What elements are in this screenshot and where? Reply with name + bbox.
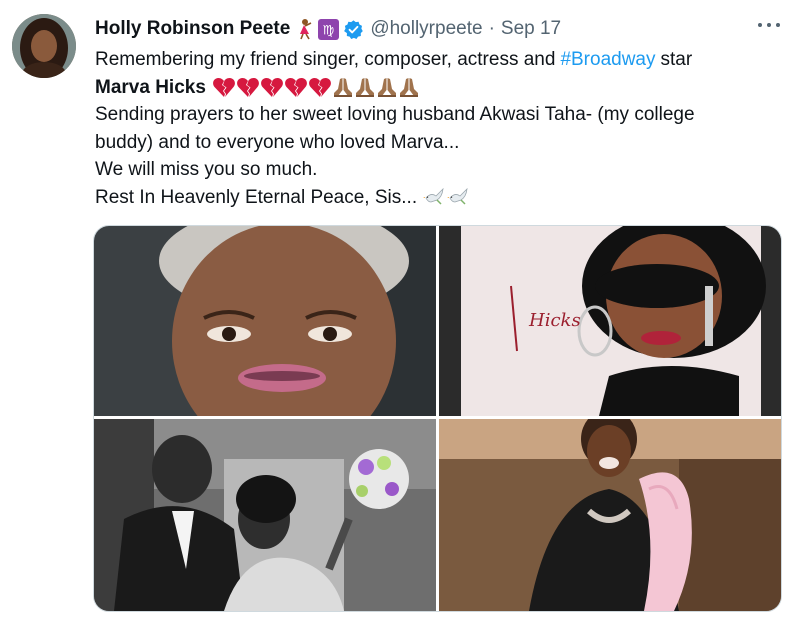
author-handle[interactable]: @hollyrpeete: [370, 18, 482, 40]
media-grid: Hicks: [93, 225, 782, 612]
broken-heart-emoji: [212, 76, 236, 98]
dove-emoji: [423, 186, 447, 208]
bold-name: Marva Hicks: [95, 76, 206, 98]
tweet-line-6: Rest In Heavenly Eternal Peace, Sis...: [95, 184, 785, 212]
praying-hands-emoji: [398, 76, 420, 98]
tweet-header: Holly Robinson Peete ♍ @hollyrpeete · Se…: [95, 16, 561, 42]
photo-marva-smiling[interactable]: [439, 419, 781, 611]
tweet-text: Rest In Heavenly Eternal Peace, Sis...: [95, 186, 418, 208]
broken-heart-emoji: [308, 76, 332, 98]
emoji-row: [212, 76, 420, 98]
tweet-body: Remembering my friend singer, composer, …: [95, 46, 785, 211]
tweet-line-5: We will miss you so much.: [95, 159, 318, 180]
broken-heart-emoji: [260, 76, 284, 98]
hashtag-link[interactable]: #Broadway: [560, 46, 655, 74]
praying-hands-emoji: [354, 76, 376, 98]
tweet-text: Remembering my friend singer, composer, …: [95, 49, 556, 70]
virgo-emoji: ♍: [318, 18, 340, 40]
svg-text:♍: ♍: [323, 23, 335, 38]
dancer-emoji: [294, 18, 314, 40]
broken-heart-emoji: [284, 76, 308, 98]
tweet-line-3: Sending prayers to her sweet loving husb…: [95, 104, 695, 125]
tweet-line-2: Marva Hicks: [95, 74, 785, 102]
photo-marva-portrait[interactable]: [94, 226, 436, 416]
tweet[interactable]: Holly Robinson Peete ♍ @hollyrpeete · Se…: [0, 0, 800, 619]
more-options-icon[interactable]: [758, 18, 780, 32]
verified-badge-icon[interactable]: [343, 19, 364, 40]
broken-heart-emoji: [236, 76, 260, 98]
photo-album-cover[interactable]: Hicks: [439, 226, 781, 416]
dove-emoji: [447, 186, 471, 208]
author-avatar[interactable]: [12, 14, 76, 78]
separator-dot: ·: [488, 18, 495, 39]
emoji-row: [423, 186, 471, 208]
tweet-date[interactable]: Sep 17: [501, 18, 561, 40]
tweet-line-4: buddy) and to everyone who loved Marva..…: [95, 131, 460, 153]
album-title-text: Hicks: [528, 310, 581, 331]
tweet-text: star: [660, 49, 693, 70]
photo-wedding[interactable]: [94, 419, 436, 611]
tweet-line-1: Remembering my friend singer, composer, …: [95, 46, 785, 74]
praying-hands-emoji: [376, 76, 398, 98]
author-name[interactable]: Holly Robinson Peete: [95, 18, 290, 40]
praying-hands-emoji: [332, 76, 354, 98]
